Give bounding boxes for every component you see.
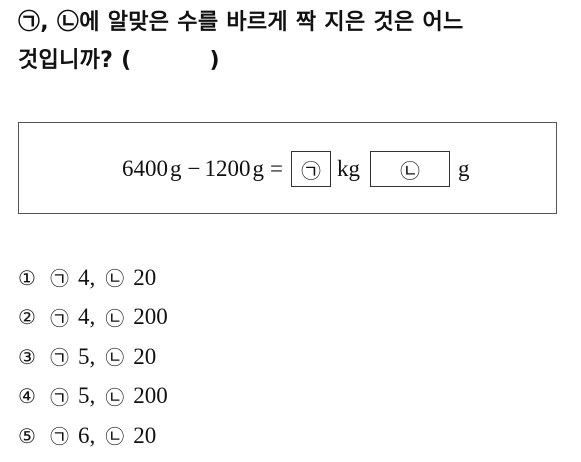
choice-value-a: 4: [78, 264, 90, 290]
choice-symbol-b: ㉡: [105, 426, 125, 449]
choice-4[interactable]: ④ ㉠ 5, ㉡ 200: [18, 377, 168, 417]
minus-sign: −: [187, 156, 201, 181]
choice-value-a: 5: [78, 343, 90, 369]
choice-comma: ,: [89, 383, 96, 409]
choice-symbol-b: ㉡: [105, 268, 125, 291]
choice-1[interactable]: ① ㉠ 4, ㉡ 20: [18, 258, 168, 298]
unit-g: g: [457, 156, 470, 181]
choice-symbol-a: ㉠: [50, 347, 70, 370]
equation-box: 6400 g − 1200 g = ㉠ kg ㉡ g: [18, 122, 557, 214]
choice-value-b: 20: [133, 264, 157, 290]
unit-kg: kg: [336, 156, 360, 181]
question-line-2-text: 것입니까? (: [18, 48, 132, 73]
choice-symbol-a: ㉠: [50, 426, 70, 449]
choice-2[interactable]: ② ㉠ 4, ㉡ 200: [18, 298, 168, 338]
choice-value-b: 20: [133, 422, 157, 448]
choice-number: ①: [18, 265, 36, 290]
equation-unit-2: g: [252, 156, 264, 181]
equation-unit-1: g: [170, 156, 182, 181]
choice-value-b: 200: [133, 383, 168, 409]
choice-value-a: 5: [78, 383, 90, 409]
choice-symbol-a: ㉠: [50, 386, 70, 409]
choice-5[interactable]: ⑤ ㉠ 6, ㉡ 20: [18, 416, 168, 456]
choice-number: ⑤: [18, 423, 36, 448]
choice-comma: ,: [89, 422, 96, 448]
equation-number-2: 1200: [204, 156, 251, 181]
question-line-2: 것입니까? (): [18, 42, 563, 80]
choice-symbol-b: ㉡: [105, 386, 125, 409]
choice-list: ① ㉠ 4, ㉡ 20 ② ㉠ 4, ㉡ 200 ③ ㉠ 5, ㉡ 20 ④ ㉠…: [18, 258, 168, 456]
choice-symbol-b: ㉡: [105, 347, 125, 370]
question-text: ㉠, ㉡에 알맞은 수를 바르게 짝 지은 것은 어느 것입니까? (): [18, 4, 563, 80]
choice-comma: ,: [89, 264, 96, 290]
choice-symbol-b: ㉡: [105, 307, 125, 330]
choice-comma: ,: [89, 304, 96, 330]
blank-box-a: ㉠: [290, 151, 331, 187]
choice-value-b: 200: [133, 304, 168, 330]
choice-number: ④: [18, 384, 36, 409]
blank-box-b: ㉡: [369, 151, 450, 187]
choice-symbol-a: ㉠: [50, 268, 70, 291]
question-line-1: ㉠, ㉡에 알맞은 수를 바르게 짝 지은 것은 어느: [18, 10, 464, 35]
choice-symbol-a: ㉠: [50, 307, 70, 330]
choice-3[interactable]: ③ ㉠ 5, ㉡ 20: [18, 337, 168, 377]
choice-number: ②: [18, 305, 36, 330]
equation: 6400 g − 1200 g = ㉠ kg ㉡ g: [122, 150, 471, 188]
question-close-paren: ): [209, 48, 220, 73]
choice-number: ③: [18, 344, 36, 369]
equation-number-1: 6400: [122, 156, 168, 181]
choice-value-b: 20: [133, 343, 157, 369]
choice-value-a: 4: [78, 304, 90, 330]
choice-comma: ,: [89, 343, 96, 369]
choice-value-a: 6: [78, 422, 90, 448]
equals-sign: =: [269, 156, 283, 181]
